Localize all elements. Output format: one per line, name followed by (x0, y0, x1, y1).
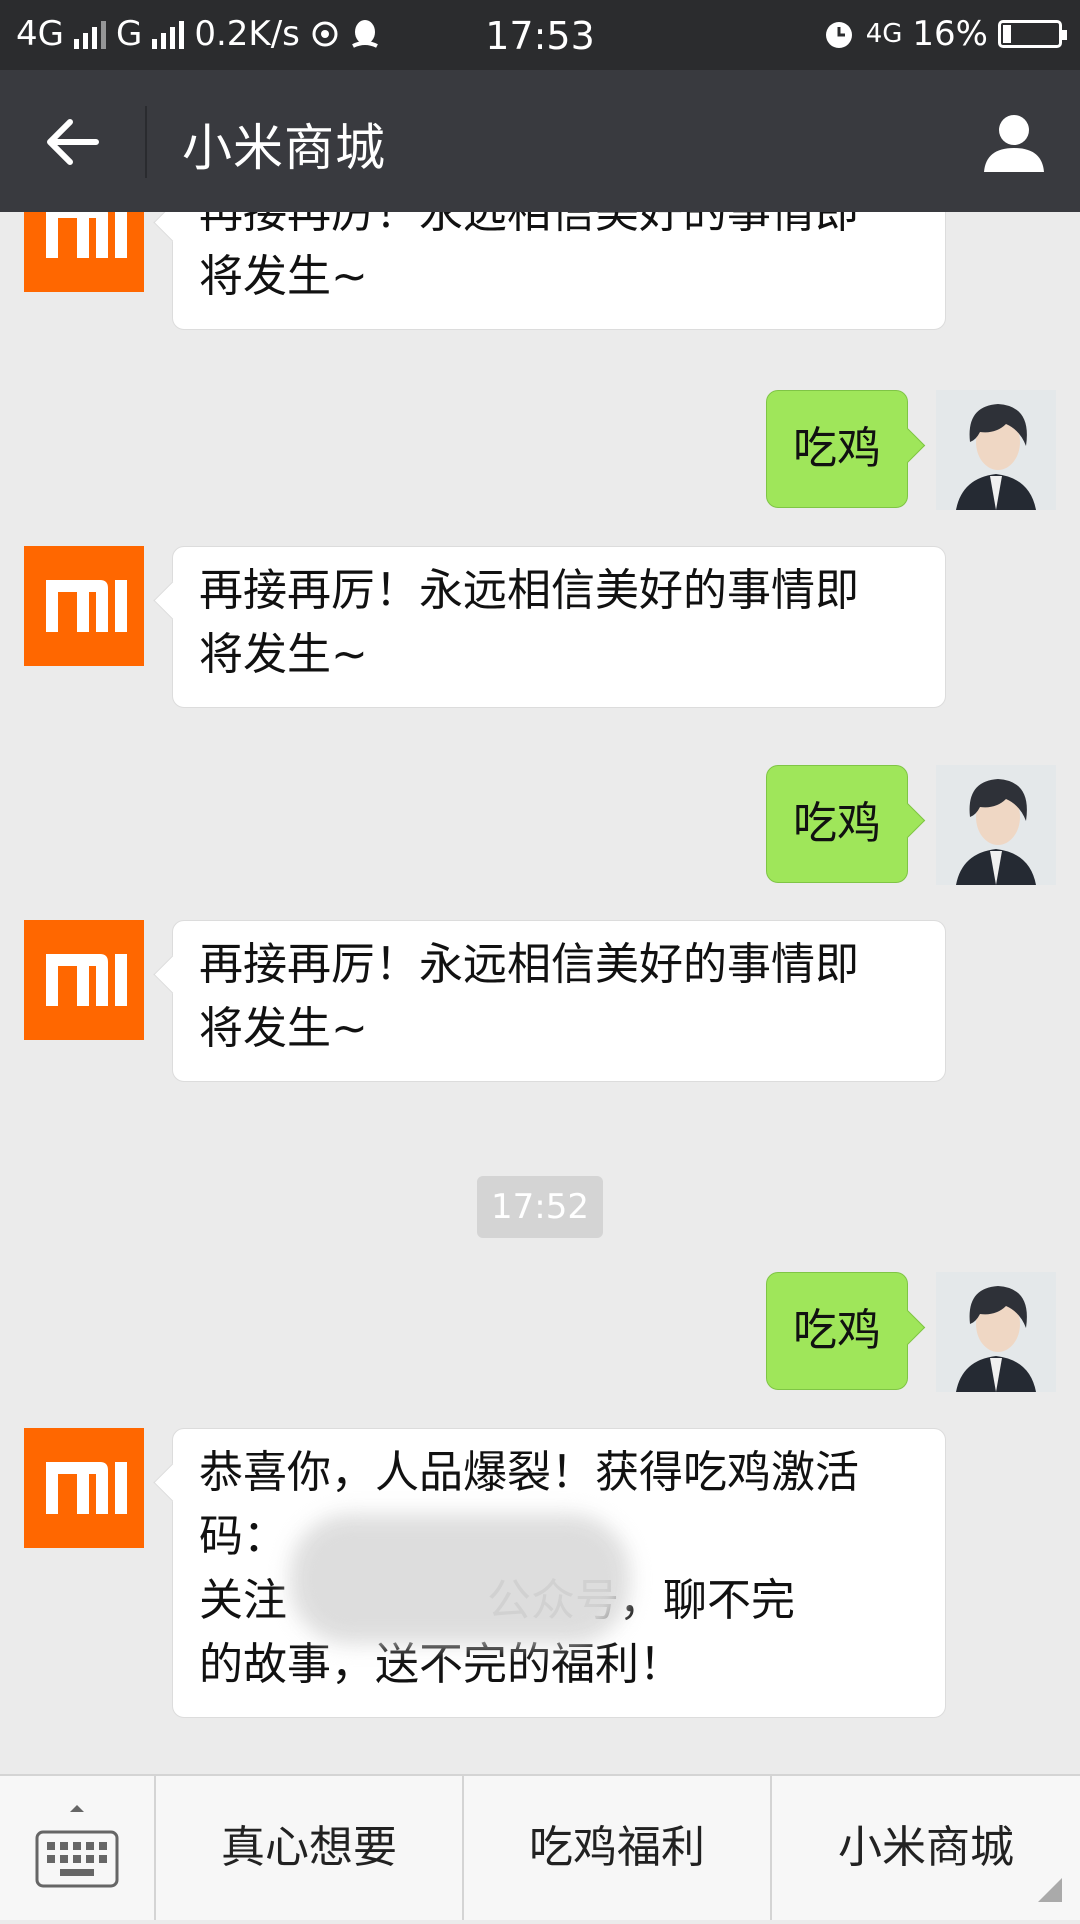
message-fragment: 关注 (199, 1575, 287, 1626)
battery-percent: 16% (912, 14, 988, 54)
back-arrow-icon[interactable] (36, 106, 108, 178)
message-line: 恭喜你，人品爆裂！获得吃鸡激活 (199, 1447, 859, 1498)
status-bar: 4G G 0.2K/s 17:53 4G 16% (0, 0, 1080, 70)
message-bubble-sent[interactable]: 吃鸡 (766, 390, 908, 508)
mi-logo-icon[interactable] (24, 1428, 144, 1548)
network-label-4g-right: 4G (865, 19, 903, 49)
keyboard-toggle-button[interactable] (0, 1776, 154, 1920)
user-avatar[interactable] (936, 765, 1056, 885)
message-line: 再接再厉！永远相信美好的事情即 (199, 212, 859, 238)
submenu-indicator-icon (1038, 1878, 1062, 1902)
menu-item-zhenxin[interactable]: 真心想要 (154, 1776, 462, 1920)
title-divider (145, 106, 147, 178)
person-icon[interactable] (978, 106, 1050, 178)
message-bubble-received[interactable]: 再接再厉！永远相信美好的事情即 将发生~ (172, 920, 946, 1082)
message-line: 将发生~ (199, 251, 368, 302)
redacted-code-blur (290, 1514, 630, 1644)
mi-logo-icon[interactable] (24, 546, 144, 666)
message-bubble-received[interactable]: 再接再厉！永远相信美好的事情即 将发生~ (172, 546, 946, 708)
user-avatar[interactable] (936, 390, 1056, 510)
menu-item-xiaomi-mall[interactable]: 小米商城 (770, 1776, 1080, 1920)
bottom-menu-bar: 真心想要 吃鸡福利 小米商城 (0, 1774, 1080, 1920)
status-right: 4G 16% (822, 14, 1067, 54)
battery-icon (998, 20, 1067, 48)
message-line: 将发生~ (199, 629, 368, 680)
timestamp-chip: 17:52 (477, 1176, 603, 1238)
message-line: 将发生~ (199, 1003, 368, 1054)
page-title: 小米商城 (182, 119, 386, 177)
message-bubble-sent[interactable]: 吃鸡 (766, 765, 908, 883)
alarm-icon (825, 22, 852, 48)
keyboard-icon (35, 1805, 119, 1888)
menu-item-chiji-fuli[interactable]: 吃鸡福利 (462, 1776, 770, 1920)
title-bar: 小米商城 (0, 70, 1080, 212)
message-bubble-received[interactable]: 再接再厉！永远相信美好的事情即 将发生~ (172, 212, 946, 330)
user-avatar[interactable] (936, 1272, 1056, 1392)
message-line: 再接再厉！永远相信美好的事情即 (199, 565, 859, 616)
mi-logo-icon[interactable] (24, 920, 144, 1040)
mi-logo-icon[interactable] (24, 212, 144, 292)
message-bubble-sent[interactable]: 吃鸡 (766, 1272, 908, 1390)
message-line: 再接再厉！永远相信美好的事情即 (199, 939, 859, 990)
